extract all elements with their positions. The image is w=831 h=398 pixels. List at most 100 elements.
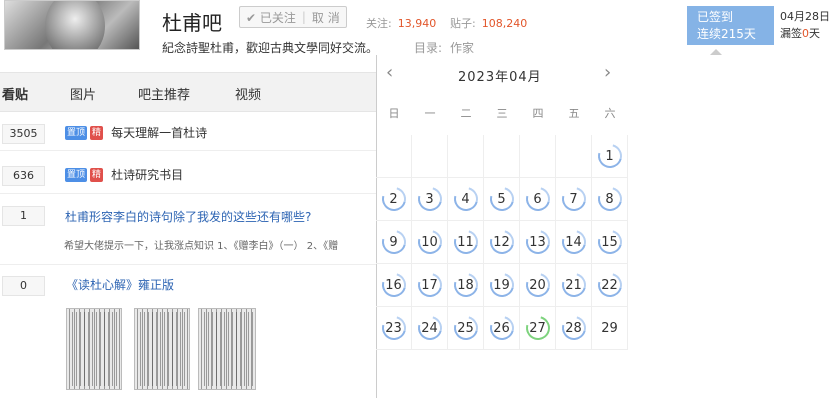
weekday-label: 六: [604, 107, 616, 120]
day-number: 3: [419, 188, 441, 210]
thread-title[interactable]: 杜甫形容李白的诗句除了我发的这些还有哪些?: [65, 210, 311, 224]
day-number: 29: [601, 320, 618, 336]
calendar-day: 7: [556, 178, 592, 221]
dir-label: 目录:: [414, 41, 443, 55]
tab-recommended[interactable]: 吧主推荐: [138, 84, 190, 103]
calendar-day: 3: [412, 178, 448, 221]
bar-avatar[interactable]: [4, 0, 140, 50]
next-month-icon[interactable]: ›: [604, 62, 611, 83]
calendar-grid: 1 2 3 4 5 6 7 8 9 10 11 12 13 14 15 16 17 18 19 20 21 22 23 24 2…: [376, 135, 628, 397]
thread-image[interactable]: [134, 308, 190, 390]
day-number: 24: [419, 317, 441, 339]
sign-date: 04月28日: [780, 10, 830, 23]
day-number: 20: [527, 274, 549, 296]
calendar-empty-cell: [556, 135, 592, 178]
featured-badge: 精: [90, 167, 104, 182]
day-number: 14: [563, 231, 585, 253]
reply-count: 636: [2, 166, 45, 186]
unfollow-link[interactable]: 取 消: [312, 9, 340, 26]
bar-name[interactable]: 杜甫吧: [162, 7, 222, 36]
day-number: 17: [419, 274, 441, 296]
weekday-label: 日: [388, 107, 400, 120]
missed-days: 漏签0天: [780, 27, 820, 40]
divider: [0, 264, 376, 265]
calendar-day: 14: [556, 221, 592, 264]
tab-images[interactable]: 图片: [70, 84, 96, 103]
tab-videos[interactable]: 视频: [235, 84, 261, 103]
weekday-label: 二: [460, 107, 472, 120]
featured-badge: 精: [90, 125, 104, 140]
sign-date-info: 04月28日 漏签0天: [780, 8, 830, 42]
sign-status: 已签到: [697, 10, 734, 24]
posts-stat: 贴子: 108,240: [450, 15, 527, 31]
thread-image[interactable]: [66, 308, 122, 390]
day-number: 23: [383, 317, 405, 339]
day-number: 12: [491, 231, 513, 253]
calendar-day: 19: [484, 264, 520, 307]
calendar-empty-cell: [520, 135, 556, 178]
calendar-day: 25: [448, 307, 484, 350]
bar-directory: 目录: 作家: [414, 39, 474, 56]
thread-image[interactable]: [198, 308, 256, 390]
divider: [0, 150, 376, 151]
calendar-day: 27: [520, 307, 556, 350]
day-number: 25: [455, 317, 477, 339]
weekday-label: 三: [496, 107, 508, 120]
prev-month-icon[interactable]: ‹: [386, 62, 393, 83]
sign-streak: 连续215天: [697, 27, 756, 41]
calendar-day: 29: [592, 307, 628, 350]
calendar-empty-cell: [376, 135, 412, 178]
calendar-day: 6: [520, 178, 556, 221]
calendar-day: 9: [376, 221, 412, 264]
follow-button[interactable]: ✔ 已关注 | 取 消: [239, 6, 347, 28]
calendar-day: 15: [592, 221, 628, 264]
thread-title[interactable]: 每天理解一首杜诗: [111, 126, 207, 140]
day-number: 13: [527, 231, 549, 253]
day-number: 2: [383, 188, 405, 210]
calendar-day: 5: [484, 178, 520, 221]
calendar-day: 2: [376, 178, 412, 221]
calendar-day: 26: [484, 307, 520, 350]
day-number: 27: [527, 317, 549, 339]
reply-count: 1: [2, 206, 45, 226]
posts-count: 108,240: [481, 17, 528, 30]
sign-in-button[interactable]: 已签到 连续215天: [687, 6, 774, 45]
thread-item: 置顶精 每天理解一首杜诗: [65, 122, 207, 141]
calendar-day: 8: [592, 178, 628, 221]
thread-item: 《读杜心解》雍正版: [66, 274, 174, 293]
tab-threads[interactable]: 看贴: [2, 84, 28, 103]
followers-count: 13,940: [397, 17, 437, 30]
follow-separator: |: [301, 10, 306, 24]
calendar-day: 17: [412, 264, 448, 307]
day-number: 19: [491, 274, 513, 296]
calendar-day: 18: [448, 264, 484, 307]
calendar-day: 21: [556, 264, 592, 307]
calendar-day: 28: [556, 307, 592, 350]
calendar-day: 12: [484, 221, 520, 264]
divider: [0, 193, 376, 194]
day-number: 18: [455, 274, 477, 296]
thread-tabs: 看贴 图片 吧主推荐 视频: [0, 72, 376, 112]
day-number: 11: [455, 231, 477, 253]
day-number: 21: [563, 274, 585, 296]
calendar-day: 20: [520, 264, 556, 307]
thread-title[interactable]: 杜诗研究书目: [111, 168, 183, 182]
day-number: 1: [599, 145, 621, 167]
calendar-month: 2023年04月: [458, 70, 542, 85]
weekday-label: 五: [568, 107, 580, 120]
day-number: 8: [599, 188, 621, 210]
thread-abstract: 希望大佬提示一下，让我涨点知识 1、《赠李白》（一） 2、《赠: [64, 241, 339, 252]
dir-value[interactable]: 作家: [450, 41, 474, 55]
day-number: 10: [419, 231, 441, 253]
day-number: 16: [383, 274, 405, 296]
thread-title[interactable]: 《读杜心解》雍正版: [66, 278, 174, 292]
posts-label: 贴子:: [450, 17, 476, 30]
followed-label: ✔ 已关注: [246, 10, 296, 25]
calendar-day: 22: [592, 264, 628, 307]
calendar-day: 1: [592, 135, 628, 178]
bar-description: 紀念詩聖杜甫，歡迎古典文學同好交流。: [162, 41, 379, 55]
calendar-day: 10: [412, 221, 448, 264]
day-number: 26: [491, 317, 513, 339]
thread-item: 杜甫形容李白的诗句除了我发的这些还有哪些?: [65, 206, 311, 225]
calendar-empty-cell: [484, 135, 520, 178]
